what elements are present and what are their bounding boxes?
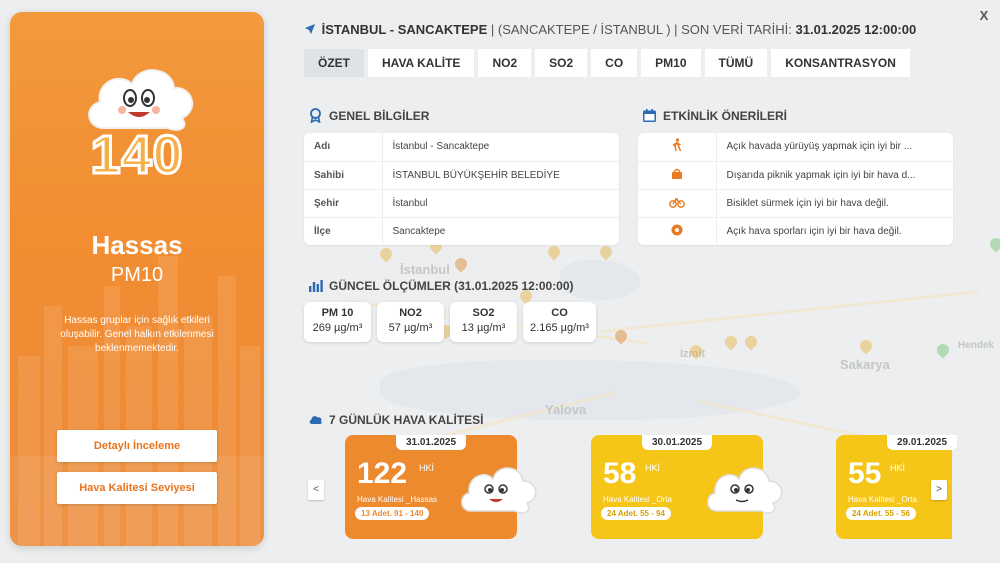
section-label: GENEL BİLGİLER bbox=[329, 108, 430, 123]
pollutant-value: 57 µg/m³ bbox=[388, 322, 433, 334]
info-value: Sancaktepe bbox=[392, 225, 446, 237]
tab-hava-kalite[interactable]: HAVA KALİTE bbox=[368, 49, 475, 77]
day-category: Hava Kalitesi _Orta bbox=[603, 495, 672, 504]
bicycle-icon bbox=[668, 197, 685, 208]
station-region: | (SANCAKTEPE / İSTANBUL ) | SON VERİ TA… bbox=[490, 22, 796, 37]
picnic-icon bbox=[671, 168, 682, 179]
table-row: Bisiklet sürmek için iyi bir hava değil. bbox=[638, 189, 953, 218]
location-header: İSTANBUL - SANCAKTEPE | (SANCAKTEPE / İS… bbox=[304, 22, 916, 37]
info-key: Sahibi bbox=[304, 161, 383, 190]
table-row: Sahibi İSTANBUL BÜYÜKŞEHİR BELEDİYE bbox=[304, 161, 619, 190]
activities-table: Açık havada yürüyüş yapmak için iyi bir … bbox=[638, 133, 953, 245]
info-value: İstanbul bbox=[382, 189, 619, 218]
table-row: Açık hava sporları için iyi bir hava değ… bbox=[638, 217, 953, 245]
tab-konsantrasyon[interactable]: KONSANTRASYON bbox=[771, 49, 910, 77]
section-label: 7 GÜNLÜK HAVA KALİTESİ bbox=[329, 412, 484, 427]
cloud-mascot-icon bbox=[461, 467, 537, 514]
air-quality-level-button[interactable]: Hava Kalitesi Seviyesi bbox=[57, 472, 217, 504]
activity-text: Açık hava sporları için iyi bir hava değ… bbox=[726, 225, 902, 237]
station-name: İSTANBUL - SANCAKTEPE bbox=[321, 22, 488, 37]
measurement-list: PM 10 269 µg/m³ NO2 57 µg/m³ SO2 13 µg/m³ C… bbox=[304, 302, 596, 342]
health-description: Hassas gruplar için sağlık etkileri oluş… bbox=[60, 315, 214, 354]
map-label: İstanbul bbox=[400, 262, 450, 277]
activity-text: Bisiklet sürmek için iyi bir hava değil. bbox=[716, 189, 953, 218]
day-count: 24 Adet. 55 - 94 bbox=[601, 507, 671, 520]
sports-ball-icon bbox=[671, 224, 683, 236]
table-row: Dışarıda piknik yapmak için iyi bir hava… bbox=[638, 161, 953, 190]
activity-text: Dışarıda piknik yapmak için iyi bir hava… bbox=[716, 161, 953, 190]
tab-no2[interactable]: NO2 bbox=[478, 49, 532, 77]
table-row: İlçe Sancaktepe bbox=[304, 217, 619, 245]
cloud-mascot-icon bbox=[707, 467, 783, 514]
info-value: İstanbul - Sancaktepe bbox=[382, 133, 619, 162]
dominant-pollutant: PM10 bbox=[110, 264, 164, 286]
general-info-table: Adı İstanbul - Sancaktepe Sahibi İSTANBUL … bbox=[304, 133, 619, 245]
info-key: Adı bbox=[304, 133, 383, 162]
weekly-title: 7 GÜNLÜK HAVA KALİTESİ bbox=[308, 412, 483, 427]
pollutant-value: 13 µg/m³ bbox=[461, 322, 506, 334]
measurement-card[interactable]: CO 2.165 µg/m³ bbox=[523, 302, 596, 342]
aqi-summary-card: 140 Hassas PM10 Hassas gruplar için sağl… bbox=[10, 12, 264, 546]
day-date: 30.01.2025 bbox=[641, 435, 713, 450]
pollutant-value: 2.165 µg/m³ bbox=[530, 322, 589, 334]
section-label: ETKİNLİK ÖNERİLERİ bbox=[663, 108, 788, 123]
tab-so2[interactable]: SO2 bbox=[535, 49, 588, 77]
table-row: Şehir İstanbul bbox=[304, 189, 619, 218]
ribbon-badge-icon bbox=[310, 108, 321, 123]
day-aqi-unit: HKİ bbox=[890, 463, 906, 473]
pollutant-name: SO2 bbox=[472, 307, 495, 319]
tab-bar: ÖZET HAVA KALİTE NO2 SO2 CO PM10 TÜMÜ KO… bbox=[304, 49, 910, 77]
day-card[interactable]: 31.01.2025 122 HKİ Hava Kalitesi _Hassas… bbox=[345, 435, 537, 539]
day-date: 29.01.2025 bbox=[886, 435, 958, 450]
map-label: Sakarya bbox=[840, 357, 890, 372]
pollutant-name: CO bbox=[551, 307, 568, 319]
pollutant-name: PM 10 bbox=[321, 307, 354, 319]
info-key: İlçe bbox=[304, 217, 383, 245]
table-row: Açık havada yürüyüş yapmak için iyi bir … bbox=[638, 133, 953, 162]
measurement-card[interactable]: NO2 57 µg/m³ bbox=[377, 302, 444, 342]
activity-text: Açık havada yürüyüş yapmak için iyi bir … bbox=[716, 133, 953, 162]
day-count: 24 Adet. 55 - 56 bbox=[846, 507, 916, 520]
next-day-button[interactable]: > bbox=[931, 480, 947, 500]
aqi-value: 140 bbox=[89, 124, 184, 187]
section-label: GÜNCEL ÖLÇÜMLER (31.01.2025 12:00:00) bbox=[329, 278, 574, 293]
measurement-card[interactable]: SO2 13 µg/m³ bbox=[450, 302, 517, 342]
day-count: 13 Adet. 91 - 140 bbox=[355, 507, 430, 520]
day-card[interactable]: 30.01.2025 58 HKİ Hava Kalitesi _Orta 24… bbox=[591, 435, 783, 539]
measurements-title: GÜNCEL ÖLÇÜMLER (31.01.2025 12:00:00) bbox=[308, 278, 574, 293]
day-aqi-value: 55 bbox=[848, 457, 882, 490]
day-category: Hava Kalitesi _Orta bbox=[848, 495, 917, 504]
activities-title: ETKİNLİK ÖNERİLERİ bbox=[642, 108, 787, 123]
day-aqi-unit: HKİ bbox=[645, 463, 661, 473]
measurement-card[interactable]: PM 10 269 µg/m³ bbox=[304, 302, 371, 342]
day-aqi-value: 58 bbox=[603, 457, 637, 490]
info-value: İSTANBUL BÜYÜKŞEHİR BELEDİYE bbox=[382, 161, 619, 190]
tab-tumu[interactable]: TÜMÜ bbox=[704, 49, 768, 77]
map-label: Yalova bbox=[545, 402, 587, 417]
tab-ozet[interactable]: ÖZET bbox=[304, 49, 364, 77]
day-aqi-value: 122 bbox=[357, 457, 408, 490]
calendar-icon bbox=[643, 109, 656, 122]
tab-co[interactable]: CO bbox=[591, 49, 638, 77]
pollutant-name: NO2 bbox=[399, 307, 422, 319]
bar-chart-icon bbox=[309, 280, 323, 292]
tab-pm10[interactable]: PM10 bbox=[641, 49, 701, 77]
cloud-icon bbox=[309, 416, 322, 424]
aqi-category-title: Hassas bbox=[91, 230, 183, 260]
close-button[interactable]: X bbox=[974, 6, 994, 26]
general-info-title: GENEL BİLGİLER bbox=[308, 108, 429, 123]
day-aqi-unit: HKİ bbox=[419, 463, 435, 473]
last-data-date: 31.01.2025 12:00:00 bbox=[795, 22, 917, 37]
table-row: Adı İstanbul - Sancaktepe bbox=[304, 133, 619, 162]
location-arrow-icon bbox=[305, 24, 315, 34]
map-label: Hendek bbox=[958, 340, 995, 351]
walking-icon bbox=[672, 138, 681, 152]
detail-button[interactable]: Detaylı İnceleme bbox=[57, 430, 217, 462]
day-date: 31.01.2025 bbox=[395, 435, 467, 450]
pollutant-value: 269 µg/m³ bbox=[312, 322, 363, 334]
day-category: Hava Kalitesi _Hassas bbox=[357, 495, 438, 504]
prev-day-button[interactable]: < bbox=[308, 480, 324, 500]
info-key: Şehir bbox=[304, 189, 383, 218]
